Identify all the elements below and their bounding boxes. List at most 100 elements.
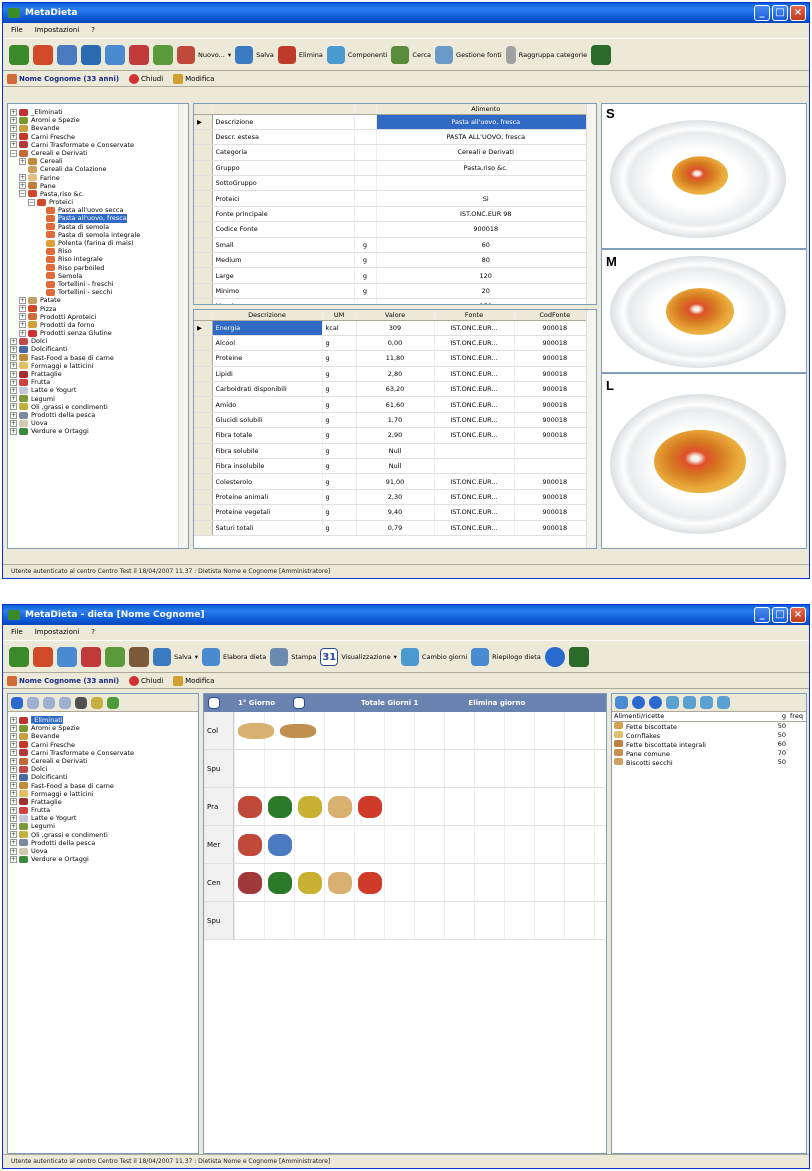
tree-node[interactable]: + Uova — [10, 419, 186, 427]
nutrient-name[interactable]: Colesterolo — [212, 473, 323, 490]
tree-node[interactable]: + Prodotti senza Glutine — [10, 329, 186, 337]
tree-node[interactable]: + Fast-Food a base di carne — [10, 782, 196, 790]
tree-node[interactable]: + Prodotti da forno — [10, 321, 186, 329]
nutrient-um[interactable]: g — [322, 458, 357, 475]
nutrient-row[interactable]: Amido g 61,60 IST.ONC.EUR... 900018 — [194, 396, 596, 413]
tree-node[interactable]: + Prodotti della pesca — [10, 839, 196, 847]
nutrient-code[interactable]: 900018 — [514, 335, 596, 352]
minimize-button[interactable]: _ — [754, 607, 770, 623]
nutrient-value[interactable]: 61,60 — [356, 396, 435, 413]
info-scrollbar[interactable] — [586, 104, 596, 304]
exit-icon[interactable] — [591, 44, 612, 65]
nutrient-source[interactable]: IST.ONC.EUR... — [434, 396, 515, 413]
col-codfonte[interactable]: CodFonte — [514, 310, 596, 321]
tree-node[interactable]: + Pizza — [10, 305, 186, 313]
nutrient-name[interactable]: Fibra solubile — [212, 443, 323, 460]
nutrient-value[interactable]: Null — [356, 443, 435, 460]
expand-toggle-icon[interactable] — [37, 272, 44, 279]
info-value[interactable]: 20 — [376, 283, 596, 300]
tree-node[interactable]: Tortellini - secchi — [10, 288, 186, 296]
expand-toggle-icon[interactable]: + — [10, 386, 17, 394]
expand-toggle-icon[interactable]: + — [10, 757, 17, 765]
diet-icon[interactable] — [129, 646, 149, 667]
riepilogo-dieta-button[interactable]: Riepilogo dieta — [471, 647, 541, 666]
expand-toggle-icon[interactable]: − — [28, 198, 35, 206]
food-item-icon[interactable] — [358, 871, 382, 894]
expand-toggle-icon[interactable]: + — [10, 814, 17, 822]
nutrient-source[interactable]: IST.ONC.EUR... — [434, 350, 515, 367]
cerca-button[interactable]: Cerca — [391, 45, 431, 64]
maximize-button[interactable]: □ — [772, 5, 788, 21]
chiudi-button[interactable]: Chiudi — [129, 73, 163, 84]
tree-node[interactable]: + _Eliminati — [10, 108, 186, 116]
recipe-icon[interactable] — [57, 44, 77, 65]
move-icon[interactable] — [683, 696, 696, 709]
nutrient-value[interactable]: 0,79 — [356, 520, 435, 536]
tree-node[interactable]: + Carni Trasformate e Conservate — [10, 749, 196, 757]
tree-node[interactable]: + Latte e Yogurt — [10, 814, 196, 822]
meal-row[interactable]: Mer — [204, 826, 606, 864]
food-list-row[interactable]: Fette biscottate integrali 60 — [612, 739, 806, 749]
tree-node[interactable]: + _Eliminati — [10, 716, 196, 725]
tree-node[interactable]: + Carni Trasformate e Conservate — [10, 141, 186, 149]
tree-node[interactable]: + Cereali e Derivati — [10, 757, 196, 765]
modifica-button[interactable]: Modifica — [173, 675, 214, 686]
arrow-up-icon[interactable] — [632, 696, 645, 709]
patient-icon[interactable] — [9, 44, 29, 65]
expand-toggle-icon[interactable] — [37, 215, 44, 222]
info-row[interactable]: Descr. estesa PASTA ALL'UOVO, fresca — [194, 129, 596, 146]
tree-node[interactable]: + Formaggi e latticini — [10, 790, 196, 798]
expand-toggle-icon[interactable]: + — [10, 724, 17, 732]
info-row[interactable]: Gruppo Pasta,riso &c. — [194, 160, 596, 177]
info-value[interactable]: Pasta,riso &c. — [376, 160, 596, 177]
info-row[interactable]: ▶ Descrizione Pasta all'uovo, fresca — [194, 114, 596, 130]
col-g[interactable]: g — [772, 712, 788, 721]
tree-node[interactable]: + Carni Fresche — [10, 741, 196, 749]
food-item-icon[interactable] — [268, 833, 292, 856]
nutrient-um[interactable]: g — [322, 443, 357, 460]
exit-icon[interactable] — [568, 646, 589, 667]
tree-node[interactable]: Pasta di semola — [10, 223, 186, 231]
nutrient-value[interactable]: 9,40 — [356, 504, 435, 521]
nutrient-code[interactable]: 900018 — [514, 350, 596, 367]
cambio-giorni-button[interactable]: Cambio giorni — [400, 647, 467, 666]
menu-help[interactable]: ? — [91, 625, 95, 640]
tree-node[interactable]: + Frutta — [10, 806, 196, 814]
nutrient-name[interactable]: Proteine animali — [212, 489, 323, 506]
expand-toggle-icon[interactable]: + — [19, 321, 26, 329]
patient-icon[interactable] — [9, 646, 29, 667]
tree-node[interactable]: + Prodotti della pesca — [10, 411, 186, 419]
col-descrizione[interactable]: Descrizione — [212, 310, 323, 321]
help-icon[interactable] — [544, 646, 565, 667]
expand-toggle-icon[interactable] — [37, 240, 44, 247]
tree-node[interactable]: + Pane — [10, 182, 186, 190]
expand-toggle-icon[interactable]: + — [10, 855, 17, 863]
menu-file[interactable]: File — [11, 23, 23, 38]
nutrient-name[interactable]: Proteine vegetali — [212, 504, 323, 521]
meal-row[interactable]: Pra — [204, 788, 606, 826]
info-row[interactable]: Fonte principale IST.ONC.EUR 98 — [194, 206, 596, 223]
medical-icon[interactable] — [81, 646, 101, 667]
food-item-icon[interactable] — [238, 795, 262, 818]
expand-toggle-icon[interactable]: + — [10, 741, 17, 749]
tree-node[interactable]: + Frattaglie — [10, 798, 196, 806]
nutrient-um[interactable]: g — [322, 473, 357, 490]
medical-icon[interactable] — [129, 44, 149, 65]
nutrient-code[interactable] — [514, 443, 596, 460]
nutrient-value[interactable]: Null — [356, 458, 435, 475]
edit-icon[interactable] — [615, 696, 628, 709]
tree-node[interactable]: + Fast-Food a base di carne — [10, 354, 186, 362]
nutrient-code[interactable]: 900018 — [514, 320, 596, 336]
menu-impostazioni[interactable]: Impostazioni — [35, 23, 80, 38]
tree-node[interactable]: + Aromi e Spezie — [10, 116, 186, 124]
tree-node[interactable]: + Bevande — [10, 732, 196, 740]
expand-toggle-icon[interactable] — [37, 281, 44, 288]
visualizzazione-button[interactable]: 31 Visualizzazione ▾ — [320, 647, 397, 666]
nutrient-um[interactable]: g — [322, 412, 357, 429]
arrow-down-icon[interactable] — [649, 696, 662, 709]
move-icon[interactable] — [717, 696, 730, 709]
expand-toggle-icon[interactable]: + — [19, 329, 26, 337]
tree-node[interactable]: + Prodotti Aproteici — [10, 313, 186, 321]
expand-toggle-icon[interactable]: − — [10, 149, 17, 157]
menu-help[interactable]: ? — [91, 23, 95, 38]
